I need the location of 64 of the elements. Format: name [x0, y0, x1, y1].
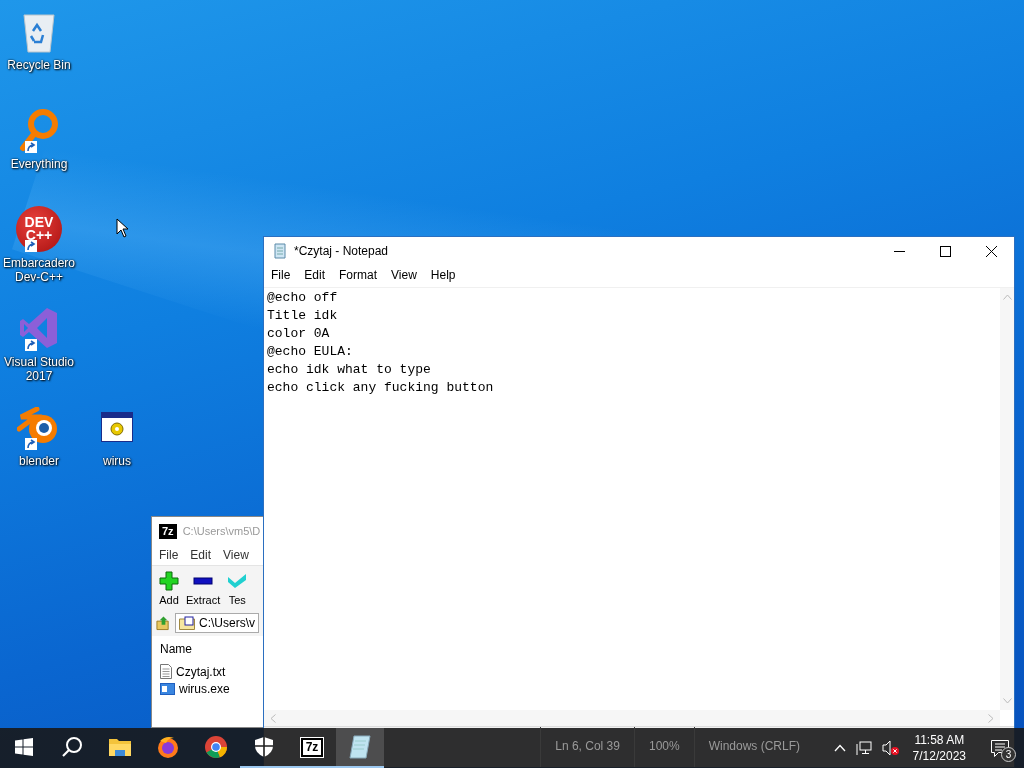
menu-item[interactable]: View — [223, 548, 249, 562]
text-line: Title idk — [267, 307, 339, 325]
program-window-icon — [101, 412, 133, 442]
shortcut-arrow-icon — [25, 141, 37, 153]
folder-icon — [109, 738, 131, 756]
desktop-shortcut[interactable]: Visual Studio 2017 — [0, 303, 78, 402]
window-title: C:\Users\vm5\D — [182, 525, 261, 537]
notification-count: 3 — [1001, 747, 1016, 762]
menu-item[interactable]: Help — [423, 266, 463, 284]
menu-item[interactable]: Edit — [190, 548, 212, 562]
chevron-up-icon[interactable] — [833, 744, 846, 752]
desktop-shortcut[interactable]: wirus — [78, 402, 156, 501]
maximize-icon — [939, 245, 951, 257]
network-icon[interactable] — [855, 740, 872, 756]
notification-button[interactable]: 3 — [980, 728, 1020, 768]
notepad-taskbar-button[interactable] — [336, 728, 384, 768]
shortcut-arrow-icon — [25, 240, 37, 252]
folder-up-icon[interactable] — [156, 615, 171, 631]
message-icon — [991, 739, 1009, 757]
search-icon — [61, 736, 83, 758]
sevenzip-logo-icon: 7z — [159, 523, 177, 539]
menu-item[interactable]: File — [264, 266, 298, 284]
chrome-logo-icon — [204, 735, 228, 759]
notepad-icon — [272, 243, 288, 259]
menu-item[interactable]: Format — [332, 266, 385, 284]
text-editor[interactable]: @echo off Title idk color 0A @echo EULA: echo idk what to type echo click any fucking button — [264, 288, 1000, 710]
infinity-logo-icon — [19, 306, 59, 350]
notepad-icon — [349, 735, 371, 759]
check-icon — [227, 571, 248, 591]
dev-logo-icon: DEV C++ — [16, 206, 62, 252]
speaker-muted-icon[interactable] — [881, 740, 899, 756]
text-line: color 0A — [267, 325, 331, 343]
window-title: *Czytaj - Notepad — [294, 244, 390, 258]
toolbar-button[interactable]: Extract — [186, 571, 221, 606]
program-file-icon — [160, 683, 175, 695]
shield-icon — [255, 737, 273, 757]
text-line: echo idk what to type — [267, 361, 432, 379]
text-line: @echo EULA: — [267, 343, 354, 361]
text-line: @echo off — [267, 289, 339, 307]
clock[interactable]: 11:58 AM 7/12/2023 — [908, 732, 970, 764]
menu-item[interactable]: File — [159, 548, 179, 562]
toolbar-button[interactable]: Tes — [227, 571, 248, 606]
sevenzip-taskbar-button[interactable]: 7z — [288, 728, 336, 768]
menu-item[interactable]: Edit — [297, 266, 333, 284]
mouse-cursor-icon — [116, 218, 129, 238]
shortcut-arrow-icon — [25, 339, 37, 351]
desktop-shortcut[interactable]: DEV C++ Embarcadero Dev-C++ — [0, 204, 78, 303]
magnifier-icon — [19, 108, 59, 152]
toolbar-button[interactable]: Add — [159, 571, 179, 606]
file-row[interactable]: Czytaj.txt — [160, 664, 255, 679]
column-header[interactable]: Name — [160, 642, 255, 656]
text-line: echo click any fucking button — [267, 379, 495, 397]
plus-icon — [159, 571, 179, 591]
sevenzip-logo-icon: 7z — [300, 737, 324, 757]
desktop-shortcut[interactable]: blender — [0, 402, 78, 501]
shortcut-arrow-icon — [25, 438, 37, 450]
file-row[interactable]: wirus.exe — [160, 682, 255, 696]
fox-globe-icon — [156, 735, 180, 759]
close-icon — [985, 245, 997, 257]
menu-item[interactable]: View — [384, 266, 424, 284]
archive-folder-icon — [179, 616, 195, 630]
text-file-icon — [160, 664, 172, 679]
path-field[interactable]: C:\Users\v — [175, 613, 259, 633]
windows-logo-icon — [15, 738, 33, 756]
